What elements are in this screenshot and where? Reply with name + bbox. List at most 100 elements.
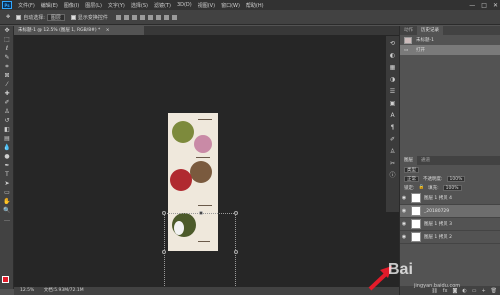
pen-tool-icon[interactable]: ✒ bbox=[2, 162, 12, 170]
info-panel-icon[interactable]: ⓘ bbox=[388, 171, 397, 180]
tab-layers[interactable]: 图层 bbox=[400, 156, 417, 165]
foreground-color[interactable] bbox=[2, 276, 9, 283]
tool-presets-icon[interactable]: ✂ bbox=[388, 159, 397, 168]
properties-panel-icon[interactable]: ☰ bbox=[388, 87, 397, 96]
shape-tool-icon[interactable]: ▭ bbox=[2, 189, 12, 197]
distribute2-icon[interactable] bbox=[171, 14, 177, 20]
show-transform-option[interactable]: 显示变换控件 bbox=[70, 14, 108, 21]
document-tab[interactable]: 未标题-1 @ 12.5% (图层 1, RGB/8#) * × bbox=[14, 26, 144, 35]
align-buttons bbox=[115, 14, 177, 20]
history-item[interactable]: ▭ 打开 bbox=[400, 45, 500, 55]
blur-tool-icon[interactable]: 💧 bbox=[2, 144, 12, 152]
layer-row[interactable]: ◉ 图层 1 拷贝 2 bbox=[400, 231, 500, 244]
layer-row-selected[interactable]: ◉ _20180729 bbox=[400, 205, 500, 218]
brush-panel-icon[interactable]: ✐ bbox=[388, 135, 397, 144]
history-item-icon: ▭ bbox=[404, 47, 409, 53]
align-top-icon[interactable] bbox=[115, 14, 121, 20]
menu-layer[interactable]: 图层(L) bbox=[85, 2, 102, 9]
transform-handle-tr[interactable] bbox=[234, 211, 238, 215]
paragraph-panel-icon[interactable]: ¶ bbox=[388, 123, 397, 132]
color-panel-icon[interactable]: ◐ bbox=[388, 51, 397, 60]
align-vcenter-icon[interactable] bbox=[123, 14, 129, 20]
frame-tool-icon[interactable]: ⊠ bbox=[2, 72, 12, 80]
quick-select-tool-icon[interactable]: ✎ bbox=[2, 54, 12, 62]
tab-channels[interactable]: 通道 bbox=[417, 156, 434, 165]
menu-view[interactable]: 视图(V) bbox=[198, 2, 215, 9]
distribute-icon[interactable] bbox=[163, 14, 169, 20]
eraser-tool-icon[interactable]: ◧ bbox=[2, 126, 12, 134]
gradient-tool-icon[interactable]: ▤ bbox=[2, 135, 12, 143]
transform-bounding-box[interactable] bbox=[162, 211, 238, 292]
history-snapshot[interactable]: 未标题-1 bbox=[400, 35, 500, 45]
layer-row[interactable]: ◉ 图层 1 拷贝 4 bbox=[400, 192, 500, 205]
history-panel-icon[interactable]: ⟲ bbox=[388, 39, 397, 48]
menu-edit[interactable]: 编辑(E) bbox=[41, 2, 58, 9]
menu-file[interactable]: 文件(F) bbox=[18, 2, 35, 9]
menu-window[interactable]: 窗口(W) bbox=[221, 2, 240, 9]
more-tools-icon[interactable]: … bbox=[2, 216, 12, 224]
menu-help[interactable]: 帮助(H) bbox=[246, 2, 264, 9]
auto-select-checkbox[interactable] bbox=[16, 14, 22, 20]
align-hcenter-icon[interactable] bbox=[147, 14, 153, 20]
layer-kind-filter[interactable]: 类型 bbox=[404, 166, 419, 173]
minimize-button[interactable]: — bbox=[469, 2, 475, 9]
tab-history[interactable]: 历史记录 bbox=[417, 26, 443, 35]
align-right-icon[interactable] bbox=[155, 14, 161, 20]
move-tool-icon[interactable]: ✥ bbox=[2, 27, 12, 35]
tab-actions[interactable]: 动作 bbox=[400, 26, 417, 35]
marquee-tool-icon[interactable]: ⬚ bbox=[2, 36, 12, 44]
healing-tool-icon[interactable]: ✚ bbox=[2, 90, 12, 98]
visibility-eye-icon[interactable]: ◉ bbox=[400, 195, 408, 201]
auto-select-dropdown[interactable]: 图层 bbox=[46, 13, 65, 21]
lasso-tool-icon[interactable]: ℓ bbox=[2, 45, 12, 53]
auto-select-option[interactable]: 自动选择: 图层 bbox=[16, 13, 65, 21]
layer-row[interactable]: ◉ 图层 1 拷贝 3 bbox=[400, 218, 500, 231]
layer-name: _20180729 bbox=[424, 208, 450, 214]
canvas-area[interactable] bbox=[14, 35, 399, 292]
hand-tool-icon[interactable]: ✋ bbox=[2, 198, 12, 206]
menu-image[interactable]: 图像(I) bbox=[64, 2, 79, 9]
menu-type[interactable]: 文字(Y) bbox=[108, 2, 125, 9]
dodge-tool-icon[interactable]: ● bbox=[2, 153, 12, 161]
move-tool-icon[interactable]: ✥ bbox=[6, 14, 10, 20]
clone-source-icon[interactable]: ♙ bbox=[388, 147, 397, 156]
document-tabbar: 未标题-1 @ 12.5% (图层 1, RGB/8#) * × bbox=[14, 26, 399, 35]
menu-3d[interactable]: 3D(D) bbox=[177, 2, 192, 8]
path-select-tool-icon[interactable]: ➤ bbox=[2, 180, 12, 188]
eyedropper-tool-icon[interactable]: ⁄ bbox=[2, 81, 12, 89]
crop-tool-icon[interactable]: ⌗ bbox=[2, 63, 12, 71]
transform-handle-tc[interactable] bbox=[199, 211, 203, 215]
lock-icon[interactable]: 🔒 bbox=[419, 185, 425, 190]
opacity-input[interactable]: 100% bbox=[446, 175, 466, 182]
blend-mode-dropdown[interactable]: 正常 bbox=[404, 175, 419, 182]
menu-filter[interactable]: 滤镜(T) bbox=[154, 2, 171, 9]
zoom-level[interactable]: 12.5% bbox=[20, 288, 34, 293]
maximize-button[interactable]: □ bbox=[481, 2, 487, 9]
blend-row: 正常 不透明度: 100% bbox=[400, 174, 500, 183]
adjustments-panel-icon[interactable]: ◑ bbox=[388, 75, 397, 84]
doc-size: 文档:5.93M/72.1M bbox=[43, 288, 84, 293]
menu-select[interactable]: 选择(S) bbox=[131, 2, 148, 9]
visibility-eye-icon[interactable]: ◉ bbox=[400, 221, 408, 227]
visibility-eye-icon[interactable]: ◉ bbox=[400, 234, 408, 240]
character-panel-icon[interactable]: A bbox=[388, 111, 397, 120]
auto-select-label: 自动选择: bbox=[23, 14, 45, 21]
show-transform-checkbox[interactable] bbox=[70, 14, 76, 20]
brush-tool-icon[interactable]: ✐ bbox=[2, 99, 12, 107]
stamp-tool-icon[interactable]: ♙ bbox=[2, 108, 12, 116]
align-bottom-icon[interactable] bbox=[131, 14, 137, 20]
zoom-tool-icon[interactable]: 🔍 bbox=[2, 207, 12, 215]
document-tab-close-icon[interactable]: × bbox=[106, 28, 110, 33]
close-button[interactable]: ✕ bbox=[493, 2, 498, 9]
color-swatches[interactable] bbox=[2, 276, 12, 290]
history-brush-icon[interactable]: ↺ bbox=[2, 117, 12, 125]
visibility-eye-icon[interactable]: ◉ bbox=[400, 208, 408, 214]
swatches-panel-icon[interactable]: ▦ bbox=[388, 63, 397, 72]
libraries-panel-icon[interactable]: ▣ bbox=[388, 99, 397, 108]
transform-handle-ml[interactable] bbox=[162, 250, 166, 254]
transform-handle-mr[interactable] bbox=[234, 250, 238, 254]
type-tool-icon[interactable]: T bbox=[2, 171, 12, 179]
align-left-icon[interactable] bbox=[139, 14, 145, 20]
fill-input[interactable]: 100% bbox=[442, 184, 462, 191]
transform-handle-tl[interactable] bbox=[162, 211, 166, 215]
